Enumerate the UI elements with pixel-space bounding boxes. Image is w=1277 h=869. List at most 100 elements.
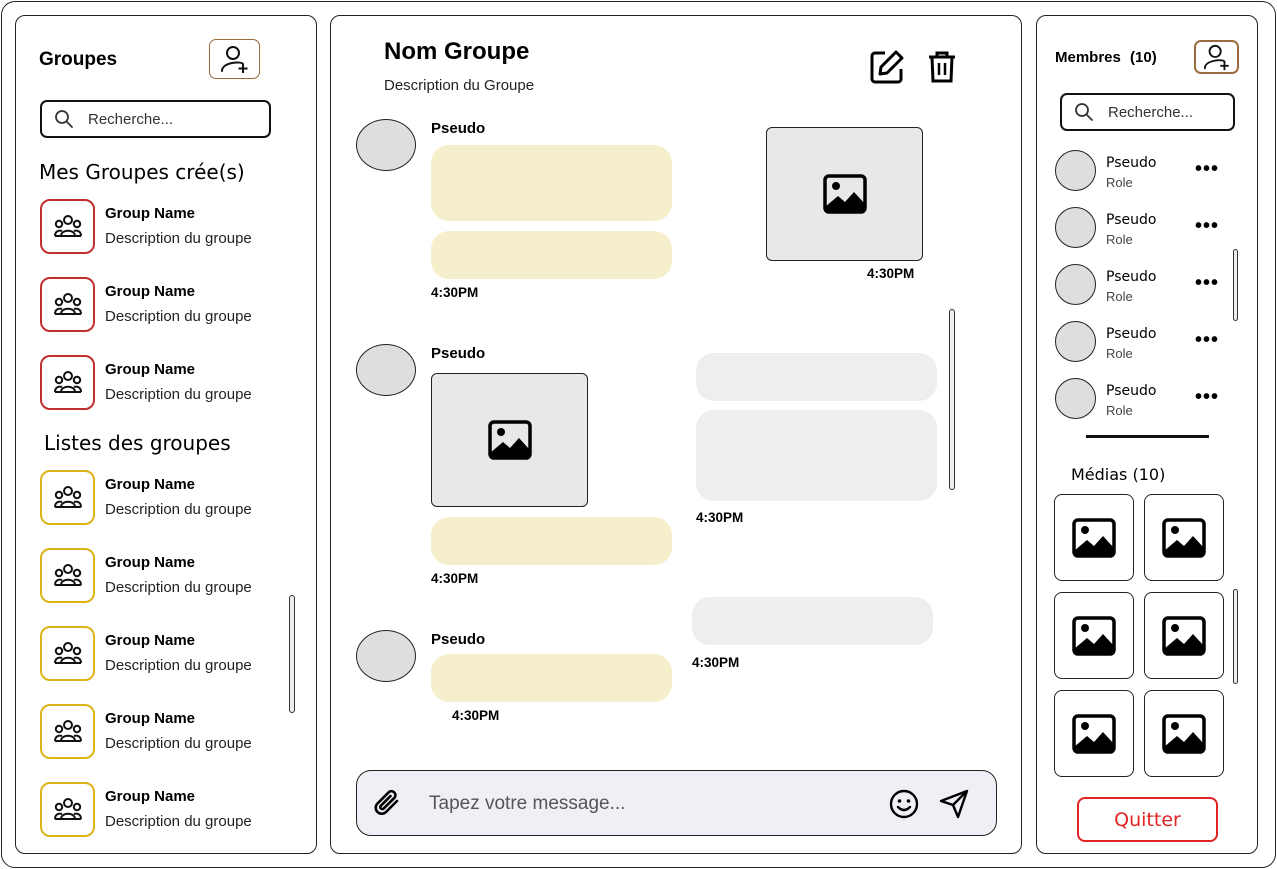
media-thumbnail[interactable] bbox=[1054, 690, 1134, 777]
message-time: 4:30PM bbox=[431, 571, 479, 586]
group-name: Group Name bbox=[105, 788, 196, 805]
member-avatar bbox=[1055, 207, 1096, 248]
media-thumbnail[interactable] bbox=[1144, 690, 1224, 777]
trash-icon bbox=[929, 51, 955, 83]
users-icon bbox=[52, 211, 84, 243]
quit-group-button[interactable]: Quitter bbox=[1077, 797, 1218, 842]
member-role: Role bbox=[1106, 289, 1133, 304]
member-item[interactable]: Pseudo Role ••• bbox=[1055, 150, 1225, 196]
group-description: Description du groupe bbox=[105, 579, 252, 596]
received-message-bubble bbox=[431, 517, 672, 565]
message-composer bbox=[356, 770, 997, 836]
sender-avatar[interactable] bbox=[356, 630, 416, 682]
group-name: Group Name bbox=[105, 710, 196, 727]
send-icon bbox=[939, 789, 969, 819]
sender-avatar[interactable] bbox=[356, 344, 416, 396]
groups-panel: Groupes Recherche... Mes Groupes crée(s)… bbox=[15, 15, 317, 854]
add-member-button[interactable] bbox=[1194, 40, 1239, 74]
chat-group-description: Description du Groupe bbox=[384, 77, 535, 94]
chat-group-name: Nom Groupe bbox=[384, 38, 530, 65]
user-plus-icon bbox=[1203, 43, 1231, 71]
message-input[interactable] bbox=[429, 789, 869, 819]
sent-image-message[interactable] bbox=[766, 127, 923, 261]
add-group-button[interactable] bbox=[209, 39, 260, 79]
member-avatar bbox=[1055, 321, 1096, 362]
my-group-item[interactable]: Group Name Description du groupe bbox=[40, 199, 300, 255]
edit-group-button[interactable] bbox=[869, 49, 905, 85]
users-icon bbox=[52, 794, 84, 826]
sent-message-bubble bbox=[696, 410, 937, 501]
members-scrollbar[interactable] bbox=[1233, 249, 1238, 321]
more-options-icon[interactable]: ••• bbox=[1195, 215, 1219, 238]
more-options-icon[interactable]: ••• bbox=[1195, 158, 1219, 181]
my-groups-title: Mes Groupes crée(s) bbox=[39, 160, 245, 184]
members-title: Membres (10) bbox=[1055, 49, 1157, 66]
group-avatar bbox=[40, 470, 95, 525]
delete-group-button[interactable] bbox=[927, 50, 957, 84]
members-count: (10) bbox=[1130, 49, 1157, 66]
member-avatar bbox=[1055, 150, 1096, 191]
member-role: Role bbox=[1106, 346, 1133, 361]
more-options-icon[interactable]: ••• bbox=[1195, 386, 1219, 409]
media-thumbnail[interactable] bbox=[1054, 592, 1134, 679]
group-item[interactable]: Group Name Description du groupe bbox=[40, 782, 300, 838]
member-item[interactable]: Pseudo Role ••• bbox=[1055, 264, 1225, 310]
group-item[interactable]: Group Name Description du groupe bbox=[40, 548, 300, 604]
user-plus-icon bbox=[220, 44, 250, 74]
group-name: Group Name bbox=[105, 205, 196, 222]
member-item[interactable]: Pseudo Role ••• bbox=[1055, 207, 1225, 253]
group-description: Description du groupe bbox=[105, 386, 252, 403]
chat-panel: Nom Groupe Description du Groupe Pseudo … bbox=[330, 15, 1022, 854]
members-panel: Membres (10) Recherche... Pseudo Role ••… bbox=[1036, 15, 1258, 854]
group-search-field[interactable]: Recherche... bbox=[40, 100, 271, 138]
sender-name: Pseudo bbox=[431, 345, 486, 362]
received-message-bubble bbox=[431, 231, 672, 279]
member-item[interactable]: Pseudo Role ••• bbox=[1055, 378, 1225, 424]
sender-avatar[interactable] bbox=[356, 119, 416, 171]
group-avatar bbox=[40, 626, 95, 681]
member-avatar bbox=[1055, 378, 1096, 419]
group-search-placeholder: Recherche... bbox=[88, 110, 174, 128]
image-icon bbox=[1162, 714, 1206, 754]
chat-scrollbar[interactable] bbox=[949, 309, 955, 490]
received-image-message[interactable] bbox=[431, 373, 588, 507]
media-thumbnail[interactable] bbox=[1054, 494, 1134, 581]
emoji-button[interactable] bbox=[888, 788, 920, 825]
groups-title: Groupes bbox=[39, 49, 118, 70]
group-item[interactable]: Group Name Description du groupe bbox=[40, 704, 300, 760]
message-time: 4:30PM bbox=[696, 510, 744, 525]
emoji-icon bbox=[889, 789, 919, 819]
group-avatar bbox=[40, 199, 95, 254]
group-description: Description du groupe bbox=[105, 230, 252, 247]
all-groups-title: Listes des groupes bbox=[44, 431, 231, 455]
group-name: Group Name bbox=[105, 361, 196, 378]
attach-button[interactable] bbox=[371, 787, 403, 824]
users-icon bbox=[52, 638, 84, 670]
groups-scrollbar[interactable] bbox=[289, 595, 295, 713]
media-thumbnail[interactable] bbox=[1144, 592, 1224, 679]
member-name: Pseudo bbox=[1106, 269, 1157, 285]
media-thumbnail[interactable] bbox=[1144, 494, 1224, 581]
my-group-item[interactable]: Group Name Description du groupe bbox=[40, 277, 300, 333]
member-item[interactable]: Pseudo Role ••• bbox=[1055, 321, 1225, 367]
users-icon bbox=[52, 560, 84, 592]
search-icon bbox=[54, 109, 74, 129]
more-options-icon[interactable]: ••• bbox=[1195, 272, 1219, 295]
section-divider bbox=[1086, 435, 1209, 438]
group-item[interactable]: Group Name Description du groupe bbox=[40, 470, 300, 526]
my-group-item[interactable]: Group Name Description du groupe bbox=[40, 355, 300, 411]
message-time: 4:30PM bbox=[867, 266, 915, 281]
message-time: 4:30PM bbox=[431, 285, 479, 300]
users-icon bbox=[52, 289, 84, 321]
image-icon bbox=[1072, 714, 1116, 754]
send-button[interactable] bbox=[937, 787, 971, 826]
member-avatar bbox=[1055, 264, 1096, 305]
group-description: Description du groupe bbox=[105, 501, 252, 518]
member-search-field[interactable]: Recherche... bbox=[1060, 93, 1235, 131]
member-name: Pseudo bbox=[1106, 155, 1157, 171]
group-item[interactable]: Group Name Description du groupe bbox=[40, 626, 300, 682]
group-name: Group Name bbox=[105, 632, 196, 649]
media-scrollbar[interactable] bbox=[1233, 589, 1238, 684]
more-options-icon[interactable]: ••• bbox=[1195, 329, 1219, 352]
group-name: Group Name bbox=[105, 283, 196, 300]
